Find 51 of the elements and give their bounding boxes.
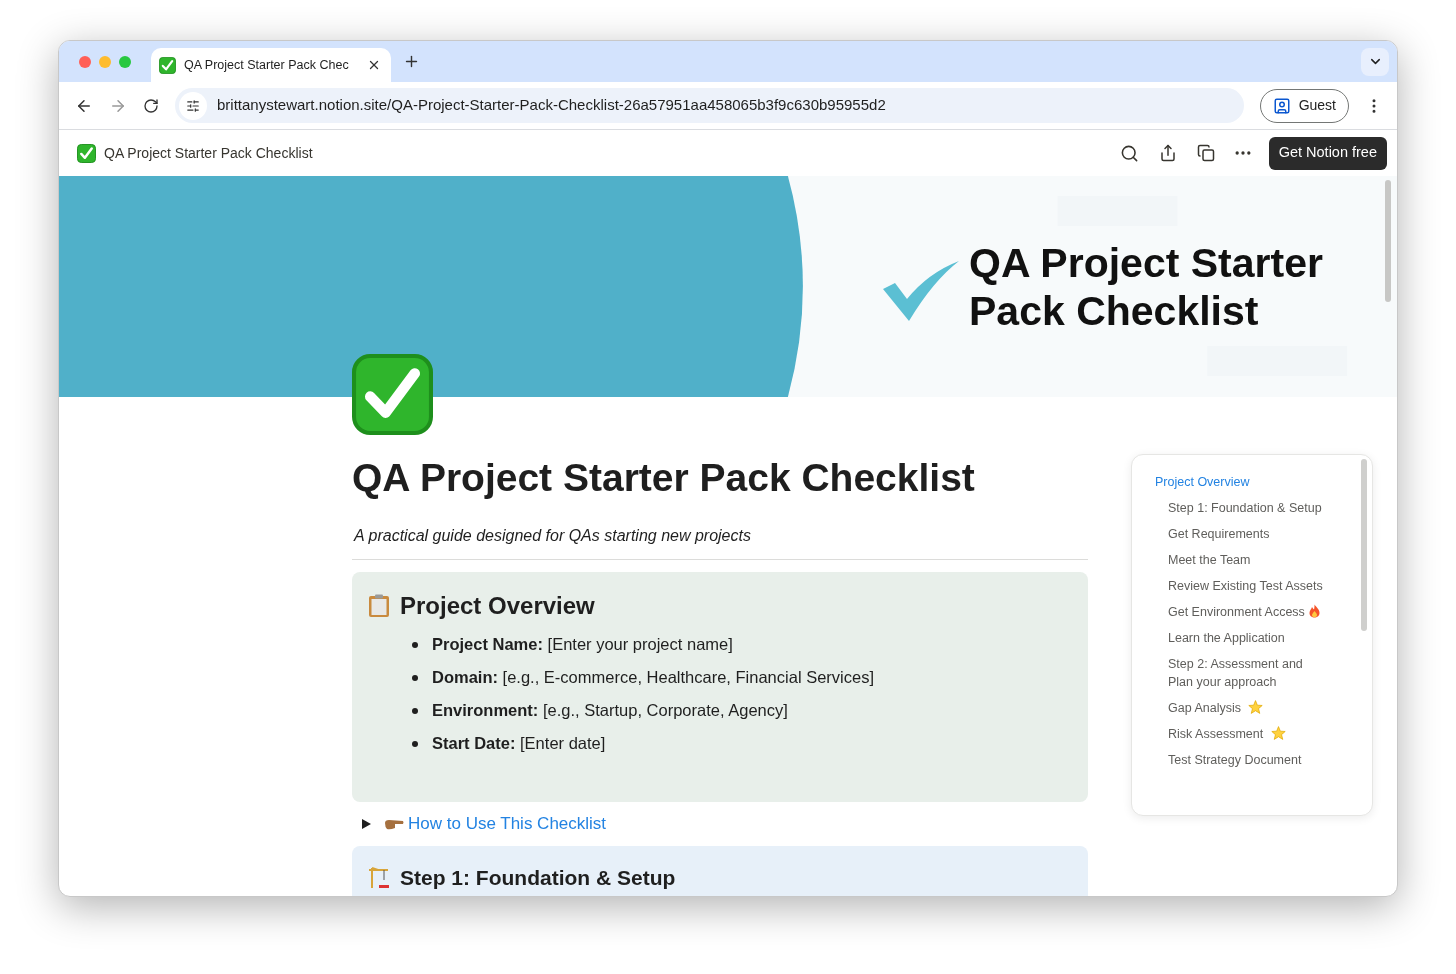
bullet-icon bbox=[412, 641, 418, 648]
check-mark-icon bbox=[159, 56, 176, 74]
bullet-icon bbox=[412, 674, 418, 681]
list-item-text: Project Name: [Enter your project name] bbox=[432, 634, 733, 656]
list-item-text: Domain: [e.g., E-commerce, Healthcare, Financial Services] bbox=[432, 667, 874, 689]
outline-item[interactable]: Get Environment Access bbox=[1132, 599, 1372, 625]
tab-title: QA Project Starter Pack Chec bbox=[184, 56, 350, 74]
outline-item[interactable]: Learn the Application bbox=[1132, 625, 1372, 651]
outline-item[interactable]: Review Existing Test Assets bbox=[1132, 573, 1372, 599]
new-tab-icon[interactable] bbox=[403, 53, 420, 70]
callout-heading: Step 1: Foundation & Setup bbox=[400, 865, 676, 891]
outline-item[interactable]: Test Strategy Document bbox=[1132, 747, 1372, 773]
clipboard-icon bbox=[368, 594, 390, 618]
outline-item[interactable]: Gap Analysis bbox=[1132, 695, 1372, 721]
check-mark-icon bbox=[77, 143, 96, 163]
get-notion-button[interactable]: Get Notion free bbox=[1268, 136, 1387, 170]
page-icon bbox=[352, 354, 433, 435]
outline-item[interactable]: Project Overview bbox=[1132, 469, 1372, 495]
outline-item[interactable]: Risk Assessment bbox=[1132, 721, 1372, 747]
site-settings-icon[interactable] bbox=[186, 98, 200, 113]
outline-item[interactable]: Get Requirements bbox=[1132, 521, 1372, 547]
pointing-hand-icon bbox=[384, 817, 404, 831]
address-bar[interactable]: brittanystewart.notion.site/QA-Project-Starter-Pack-Checklist-26a57951aa458065b3f9c630b95955d2 bbox=[175, 88, 1244, 123]
bullet-icon bbox=[412, 740, 418, 747]
page-title: QA Project Starter Pack Checklist bbox=[352, 455, 976, 501]
star-icon bbox=[1248, 700, 1264, 714]
duplicate-icon[interactable] bbox=[1196, 144, 1215, 162]
cover-title: QA Project Starter Pack Checklist bbox=[969, 238, 1324, 335]
close-icon[interactable] bbox=[367, 58, 381, 72]
outline-item[interactable]: Step 1: Foundation & Setup bbox=[1132, 495, 1372, 521]
url-text: brittanystewart.notion.site/QA-Project-Starter-Pack-Checklist-26a57951aa458065b3f9c630b95955d2 bbox=[217, 95, 886, 116]
reload-icon[interactable] bbox=[143, 97, 159, 114]
crane-icon bbox=[368, 865, 390, 890]
check-mark-icon bbox=[883, 260, 959, 323]
outline-item[interactable]: Meet the Team bbox=[1132, 547, 1372, 573]
profile-icon bbox=[1272, 96, 1291, 115]
outline-item[interactable]: Step 2: Assessment and Plan your approach bbox=[1132, 651, 1372, 695]
share-icon[interactable] bbox=[1158, 144, 1177, 162]
toggle-link[interactable]: How to Use This Checklist bbox=[408, 811, 607, 837]
toggle-arrow-icon[interactable] bbox=[360, 818, 372, 830]
list-item-text: Environment: [e.g., Startup, Corporate, Agency] bbox=[432, 700, 788, 722]
page-subtitle: A practical guide designed for QAs starting new projects bbox=[352, 526, 752, 546]
fire-icon bbox=[1308, 604, 1322, 618]
callout-heading: Project Overview bbox=[400, 591, 595, 621]
tab-list-button[interactable] bbox=[1361, 47, 1389, 76]
bullet-icon bbox=[412, 707, 418, 714]
list-item-text: Start Date: [Enter date] bbox=[432, 733, 606, 755]
star-icon bbox=[1270, 726, 1286, 740]
page-breadcrumb[interactable]: QA Project Starter Pack Checklist bbox=[104, 142, 313, 164]
browser-tab[interactable]: QA Project Starter Pack Chec bbox=[151, 48, 391, 82]
search-icon[interactable] bbox=[1119, 143, 1139, 163]
